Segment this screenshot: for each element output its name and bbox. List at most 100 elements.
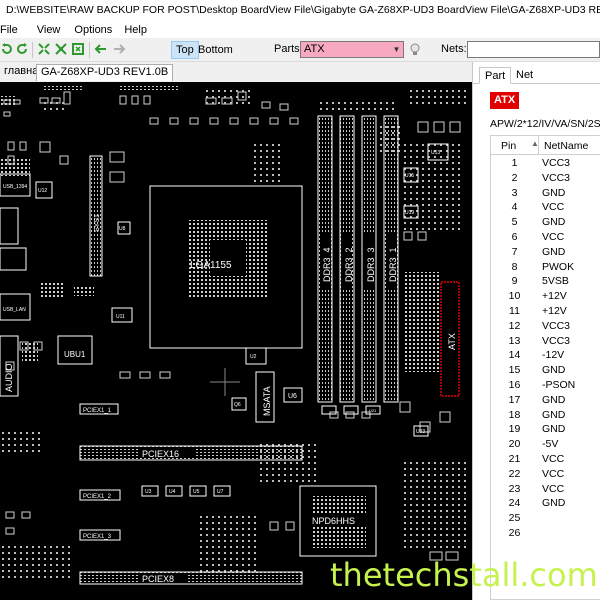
col-pin-header[interactable]: Pin	[501, 140, 516, 152]
table-row[interactable]: 16 -PSON	[491, 378, 600, 393]
pin-net-name: VCC3	[542, 334, 571, 347]
board-canvas[interactable]: USB_1394 U12 SYS1 USB_LAN U11 AUDIO UBU1	[0, 82, 472, 600]
zoom-in-icon[interactable]	[37, 42, 51, 56]
table-row[interactable]: 3 GND	[491, 186, 600, 201]
pin-net-name: +12V	[542, 290, 567, 303]
ubu1-label: UBU1	[64, 350, 86, 359]
u3-label: U3	[145, 489, 152, 495]
col-net-header[interactable]: NetName	[544, 140, 588, 152]
pin-number: 26	[508, 527, 521, 539]
title-bar: D:\WEBSITE\RAW BACKUP FOR POST\Desktop B…	[0, 0, 600, 20]
table-row[interactable]: 7 GND	[491, 245, 600, 260]
table-row[interactable]: 1 VCC3	[491, 156, 600, 171]
table-row[interactable]: 19 GND	[491, 422, 600, 437]
table-row[interactable]: 14 -12V	[491, 348, 600, 363]
zoom-fit-icon[interactable]	[71, 42, 85, 56]
table-row[interactable]: 24 GND	[491, 496, 600, 511]
chevron-down-icon[interactable]: ▼	[390, 42, 403, 57]
u6-label: U6	[288, 393, 297, 400]
menu-help[interactable]: Help	[124, 24, 154, 36]
usb-1394-label: USB_1394	[3, 184, 27, 190]
table-row[interactable]: 13 VCC3	[491, 334, 600, 349]
pin-net-name: GND	[542, 423, 566, 436]
rotate-right-icon[interactable]	[15, 42, 29, 56]
table-row[interactable]: 21 VCC	[491, 452, 600, 467]
table-row[interactable]: 5 GND	[491, 215, 600, 230]
parts-label: Parts:	[274, 43, 303, 55]
pciex1-1-label: PCIEX1_1	[83, 408, 112, 414]
pin-number: 23	[508, 482, 521, 495]
audio-label: AUDIO	[4, 363, 14, 392]
pin-net-name: GND	[542, 216, 566, 229]
u21-label: U21	[369, 408, 377, 413]
table-row[interactable]: 18 GND	[491, 408, 600, 423]
msata-label: MSATA	[262, 386, 272, 416]
pin-net-name: -12V	[542, 349, 565, 362]
pin-net-name: GND	[542, 393, 566, 406]
table-row[interactable]: 25	[491, 511, 600, 526]
tab-board-file[interactable]: GA-Z68XP-UD3 REV1.0B	[36, 64, 174, 81]
pin-net-name: VCC	[542, 453, 565, 465]
pin-number: 4	[511, 201, 518, 214]
table-row[interactable]: 15 GND	[491, 363, 600, 378]
table-row[interactable]: 22 VCC	[491, 467, 600, 482]
pin-number: 15	[508, 364, 521, 377]
u11-label: U11	[116, 314, 125, 320]
bottom-view-button[interactable]: Bottom	[194, 41, 237, 59]
table-row[interactable]: 6 VCC	[491, 230, 600, 245]
cpu-socket-label: LGA1155	[190, 260, 232, 271]
pin-number: 7	[511, 245, 518, 258]
menu-view[interactable]: View	[37, 24, 68, 36]
table-row[interactable]: 4 VCC	[491, 200, 600, 215]
pciex16-label: PCIEX16	[142, 449, 179, 459]
table-row[interactable]: 12 VCC3	[491, 319, 600, 334]
rotate-left-icon[interactable]	[0, 42, 14, 56]
tab-part[interactable]: Part	[479, 67, 512, 84]
table-row[interactable]: 2 VCC3	[491, 171, 600, 186]
pin-number: 5	[511, 216, 518, 229]
pin-number: 3	[511, 186, 518, 199]
pin-net-name: -5V	[542, 438, 559, 451]
pin-number: 14	[508, 349, 521, 362]
pin-net-name: GND	[542, 408, 566, 421]
back-arrow-icon[interactable]	[94, 42, 108, 56]
table-row[interactable]: 11 +12V	[491, 304, 600, 319]
table-row[interactable]: 20 -5V	[491, 437, 600, 452]
pin-number: 17	[508, 393, 521, 406]
pin-number: 13	[508, 334, 521, 347]
u13-label: U13	[431, 150, 440, 156]
ddr3-2-label: DDR3_2	[344, 247, 354, 282]
nets-label: Nets:	[441, 43, 467, 55]
pin-number: 1	[511, 157, 518, 169]
u8-label: U8	[119, 226, 126, 232]
pin-net-name: VCC3	[542, 171, 571, 184]
pin-table: Pin ▲ NetName 1 VCC3 2 VCC3 3 GND 4 VCC 5 GND 6 VCC…	[490, 135, 600, 600]
table-row[interactable]: 10 +12V	[491, 289, 600, 304]
toolbar: Top Bottom Parts: ATX ▼ Nets:	[0, 38, 600, 62]
pin-number: 19	[508, 423, 521, 436]
parts-input[interactable]: ATX	[300, 41, 404, 58]
table-row[interactable]: 26	[491, 526, 600, 541]
ddr3-3-label: DDR3_3	[366, 247, 376, 282]
menu-options[interactable]: Options	[74, 24, 119, 36]
u12-label: U12	[38, 188, 47, 194]
table-row[interactable]: 8 PWOK	[491, 260, 600, 275]
pch-label: NPD6HHS	[312, 516, 355, 526]
pin-net-name: +12V	[542, 305, 567, 317]
menu-file[interactable]: File	[0, 24, 25, 36]
pin-net-name: VCC	[542, 482, 565, 495]
table-row[interactable]: 9 5VSB	[491, 274, 600, 289]
part-name-badge: ATX	[490, 92, 520, 109]
pin-net-name: GND	[542, 364, 566, 377]
nets-input[interactable]	[467, 41, 600, 58]
table-row[interactable]: 17 GND	[491, 393, 600, 408]
bulb-icon[interactable]	[408, 42, 422, 56]
zoom-out-icon[interactable]	[54, 42, 68, 56]
table-row[interactable]: 23 VCC	[491, 482, 600, 497]
forward-arrow-icon[interactable]	[112, 42, 126, 56]
pin-net-name: 5VSB	[542, 275, 569, 288]
pin-number: 24	[508, 497, 521, 510]
tab-net[interactable]: Net	[511, 67, 538, 84]
window-title: D:\WEBSITE\RAW BACKUP FOR POST\Desktop B…	[6, 4, 600, 16]
svg-text:SYS1: SYS1	[94, 214, 101, 232]
